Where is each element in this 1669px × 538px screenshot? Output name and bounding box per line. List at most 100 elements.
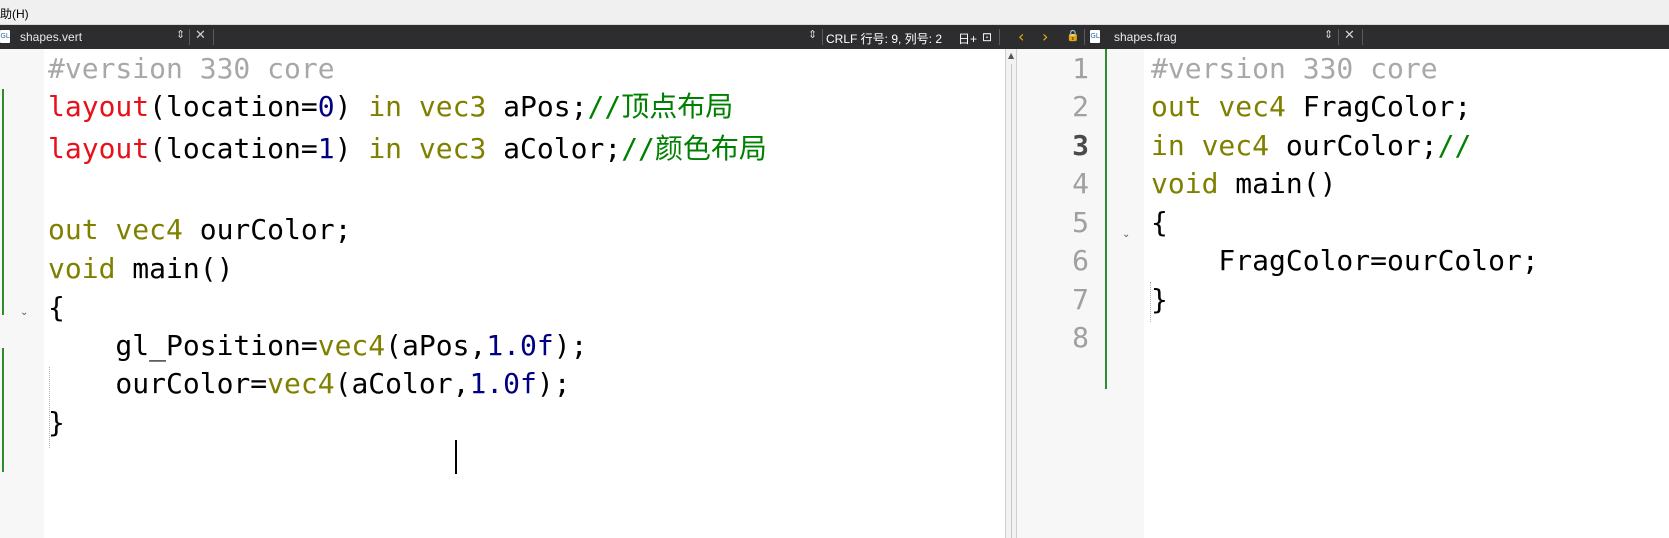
code-line[interactable]: out vec4 FragColor; [1151, 87, 1471, 127]
code-token: vec4 [267, 367, 335, 400]
code-token: // [1437, 129, 1472, 162]
code-token: (location= [149, 90, 318, 123]
line-number: 5 [1072, 206, 1089, 239]
code-token: ) [334, 90, 369, 123]
code-token: layout [48, 132, 150, 165]
line-number: 8 [1072, 321, 1089, 354]
glsl-file-icon: GL [1090, 30, 1100, 43]
code-token: void [48, 252, 116, 285]
code-token: 1 [317, 132, 335, 165]
line-number: 2 [1072, 90, 1089, 123]
fold-gutter[interactable] [0, 49, 44, 538]
code-token: { [1151, 206, 1168, 239]
code-token: out vec4 [1151, 90, 1286, 123]
tab-separator [213, 29, 214, 45]
code-token: aColor; [486, 132, 622, 165]
code-token: gl_Position= [48, 329, 318, 362]
code-line[interactable]: out vec4 ourColor; [48, 210, 351, 250]
scrollbar-track[interactable] [1011, 64, 1012, 538]
code-token: in vec3 [368, 90, 487, 123]
chevron-right-icon[interactable]: › [1042, 27, 1048, 46]
line-number: 4 [1072, 167, 1089, 200]
right-tab-bar: ‹ › 🔒 GL shapes.frag ⇕ ✕ [1016, 25, 1669, 49]
left-tab-bar: GL shapes.vert ⇕ ✕ ⇕ CRLF 行号: 9, 列号: 2 日… [0, 25, 1016, 49]
code-line[interactable]: { [48, 288, 65, 328]
code-token: //顶点布局 [587, 90, 734, 123]
code-token: } [48, 406, 65, 439]
code-token: #version 330 core [48, 52, 335, 85]
code-token: 0 [317, 90, 335, 123]
line-number: 3 [1072, 129, 1089, 162]
line-number: 7 [1072, 283, 1089, 316]
code-line[interactable]: ourColor=vec4(aColor,1.0f); [48, 364, 571, 404]
tab-shapes-vert[interactable]: shapes.vert [20, 30, 82, 44]
code-line[interactable]: gl_Position=vec4(aPos,1.0f); [48, 326, 587, 366]
code-token: { [48, 291, 65, 324]
code-token: ) [334, 132, 369, 165]
scroll-up-icon[interactable]: ▲ [1008, 51, 1014, 60]
code-line[interactable]: } [1151, 280, 1168, 320]
change-bar [1105, 49, 1107, 389]
code-token: void [1151, 167, 1219, 200]
menu-bar: 助(H) [0, 0, 1669, 25]
fold-collapse-icon[interactable]: ⌄ [20, 307, 28, 318]
line-ending-icon[interactable]: 日+ [958, 30, 977, 47]
line-number: 6 [1072, 244, 1089, 277]
code-line[interactable]: FragColor=ourColor; [1151, 241, 1539, 281]
menu-help[interactable]: 助(H) [0, 5, 29, 22]
code-token: ); [536, 367, 571, 400]
close-icon[interactable]: ✕ [1344, 28, 1355, 43]
editor-pane-shapes-frag[interactable]: 1 2 3 4 5 6 7 8 ⌄ #version 330 core out vec4 Fra… [1017, 49, 1669, 538]
change-bar [2, 89, 4, 315]
cursor-status: CRLF 行号: 9, 列号: 2 [826, 32, 943, 46]
code-line[interactable]: layout(location=1) in vec3 aColor;//颜色布局 [48, 129, 767, 169]
code-token: ourColor; [1269, 129, 1438, 162]
tab-list-updown-icon[interactable]: ⇕ [176, 28, 185, 41]
code-token: vec4 [317, 329, 386, 362]
glsl-file-icon: GL [0, 30, 10, 43]
code-token: (aColor, [334, 367, 470, 400]
code-token: in vec4 [1151, 129, 1270, 162]
code-line[interactable]: { [1151, 203, 1168, 243]
code-token: main() [115, 252, 234, 285]
status-separator [999, 29, 1000, 45]
editor-pane-shapes-vert[interactable]: ⌄ #version 330 core layout(location=0) in… [0, 49, 1005, 538]
tab-separator [1338, 29, 1339, 45]
code-line[interactable]: } [48, 403, 65, 443]
fold-collapse-icon[interactable]: ⌄ [1122, 229, 1130, 240]
code-token: ourColor; [182, 213, 352, 246]
code-line[interactable]: #version 330 core [48, 49, 335, 89]
code-token: (aPos, [385, 329, 487, 362]
code-token: layout [48, 90, 150, 123]
tab-shapes-frag[interactable]: shapes.frag [1114, 30, 1177, 44]
split-view-icon[interactable]: ⊡ [982, 30, 992, 44]
code-line[interactable]: in vec4 ourColor;// [1151, 126, 1471, 166]
chevron-left-icon[interactable]: ‹ [1018, 27, 1024, 46]
code-token: } [1151, 283, 1168, 316]
code-token: in vec3 [368, 132, 487, 165]
text-caret [455, 440, 457, 474]
pane-splitter[interactable]: ▲ [1005, 49, 1017, 538]
code-token: FragColor; [1285, 90, 1472, 123]
tab-separator [189, 29, 190, 45]
tab-list-updown-icon[interactable]: ⇕ [1324, 28, 1333, 41]
lock-icon[interactable]: 🔒 [1066, 29, 1080, 42]
code-line[interactable]: #version 330 core [1151, 49, 1438, 89]
code-token: ourColor= [48, 367, 268, 400]
code-line[interactable]: void main() [48, 249, 233, 289]
code-token: 1.0f [469, 367, 537, 400]
code-token: ); [553, 329, 588, 362]
code-token: FragColor=ourColor; [1151, 244, 1539, 277]
code-token: //颜色布局 [621, 132, 767, 165]
code-token: 1.0f [486, 329, 554, 362]
tab-separator [1084, 29, 1085, 45]
code-token: out vec4 [48, 213, 183, 246]
code-line[interactable]: layout(location=0) in vec3 aPos;//顶点布局 [48, 87, 733, 127]
close-icon[interactable]: ✕ [195, 28, 206, 43]
code-token: aPos; [486, 90, 588, 123]
code-line[interactable]: void main() [1151, 164, 1336, 204]
line-number: 1 [1072, 52, 1089, 85]
code-token: (location= [149, 132, 318, 165]
change-bar [2, 348, 4, 472]
position-updown-icon[interactable]: ⇕ [808, 28, 817, 41]
